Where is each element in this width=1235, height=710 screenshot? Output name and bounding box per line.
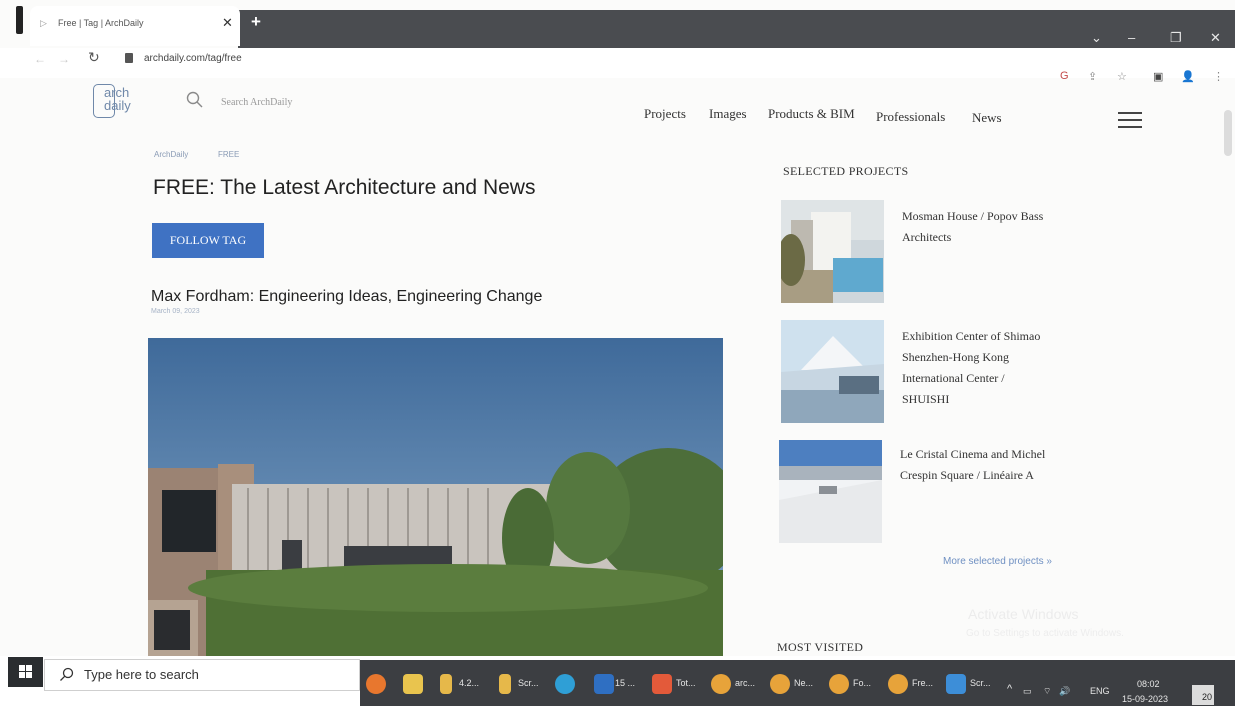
taskbar-app-label: 15 ... (615, 678, 636, 688)
google-icon[interactable]: G (1060, 70, 1069, 82)
chrome-icon[interactable] (770, 674, 790, 694)
page-title: FREE: The Latest Architecture and News (153, 176, 536, 199)
page-scrollbar[interactable] (1224, 110, 1232, 156)
edge-icon[interactable] (555, 674, 575, 694)
search-input[interactable] (221, 94, 371, 110)
profile-icon[interactable]: 👤 (1181, 70, 1195, 83)
logo-text: daily (104, 98, 131, 113)
article-date: March 09, 2023 (151, 308, 200, 315)
folder-icon[interactable] (499, 674, 511, 694)
project-title[interactable]: Exhibition Center of Shimao Shenzhen-Hon… (902, 326, 1082, 410)
tray-chevron-icon[interactable]: ^ (1007, 683, 1012, 695)
browser-tab[interactable]: ▷ Free | Tag | ArchDaily ✕ (30, 6, 240, 46)
taskbar-app-label: Ne... (794, 678, 814, 688)
breadcrumb-current: FREE (218, 150, 240, 159)
taskbar-app-label: Scr... (970, 678, 991, 688)
folder-icon[interactable] (440, 674, 452, 694)
minimize-icon[interactable]: – (1128, 30, 1135, 45)
firefox-icon[interactable] (366, 674, 386, 694)
search-icon[interactable] (186, 91, 203, 108)
browser-tabstrip: ▷ Free | Tag | ArchDaily ✕ + ⌄ – ❐ ✕ (0, 0, 1235, 50)
project-title[interactable]: Le Cristal Cinema and Michel Crespin Squ… (900, 444, 1080, 486)
tab-favicon-icon: ▷ (40, 18, 47, 28)
restore-icon[interactable]: ❐ (1170, 30, 1182, 46)
nav-projects[interactable]: Projects (644, 106, 686, 122)
activate-windows-hint: Go to Settings to activate Windows. (966, 628, 1124, 639)
taskbar-app-label: Fre... (912, 678, 934, 688)
selected-projects-heading: SELECTED PROJECTS (783, 164, 909, 178)
url-field[interactable]: archdaily.com/tag/free (144, 53, 242, 64)
chevron-down-icon[interactable]: ⌄ (1091, 30, 1102, 46)
taskbar-app-label: 4.2... (459, 678, 480, 688)
project-thumbnail[interactable] (779, 440, 882, 543)
new-tab-icon[interactable]: + (251, 12, 261, 32)
tray-language[interactable]: ENG (1090, 686, 1110, 696)
hamburger-menu-icon[interactable] (1118, 112, 1142, 128)
search-icon (60, 667, 74, 681)
sidepanel-icon[interactable]: ▣ (1153, 70, 1163, 83)
activate-windows-watermark: Activate Windows (968, 606, 1079, 622)
forward-icon[interactable]: → (58, 52, 70, 66)
project-title[interactable]: Mosman House / Popov Bass Architects (902, 206, 1082, 248)
most-visited-heading: MOST VISITED (777, 640, 864, 654)
article-title[interactable]: Max Fordham: Engineering Ideas, Engineer… (151, 288, 542, 306)
reload-icon[interactable]: ↻ (88, 49, 100, 66)
menu-dots-icon[interactable]: ⋮ (1213, 70, 1224, 83)
tab-close-icon[interactable]: ✕ (222, 15, 233, 31)
article-hero-image[interactable] (148, 338, 723, 668)
notepad-icon[interactable] (403, 674, 423, 694)
chrome-icon[interactable] (888, 674, 908, 694)
back-icon[interactable]: ← (34, 52, 46, 66)
screenshot-icon[interactable] (946, 674, 966, 694)
star-icon[interactable]: ☆ (1117, 70, 1127, 83)
tray-battery-icon[interactable]: ▭ (1023, 686, 1032, 697)
lock-icon[interactable] (125, 53, 133, 63)
taskbar-app-label: arc... (735, 678, 756, 688)
corner-mark (16, 6, 23, 34)
tray-date[interactable]: 15-09-2023 (1122, 694, 1168, 704)
taskbar-app-label: Tot... (676, 678, 696, 688)
building-photo (148, 338, 723, 668)
taskbar-app-label: Fo... (853, 678, 872, 688)
nav-professionals[interactable]: Professionals (876, 109, 945, 125)
nav-products-bim[interactable]: Products & BIM (768, 106, 855, 122)
nav-news[interactable]: News (972, 110, 1002, 126)
more-selected-projects-link[interactable]: More selected projects » (943, 556, 1052, 567)
tray-volume-icon[interactable]: 🔊 (1059, 686, 1070, 697)
close-window-icon[interactable]: ✕ (1210, 30, 1221, 46)
taskbar-app-label: Scr... (518, 678, 539, 688)
project-thumbnail[interactable] (781, 320, 884, 423)
share-icon[interactable]: ⇪ (1088, 70, 1097, 83)
follow-tag-button[interactable]: FOLLOW TAG (152, 223, 264, 258)
tray-time[interactable]: 08:02 (1137, 679, 1160, 689)
notification-center-icon[interactable]: 20 (1192, 685, 1214, 705)
nav-images[interactable]: Images (709, 106, 747, 122)
tab-title: Free | Tag | ArchDaily (58, 18, 144, 28)
chrome-icon[interactable] (829, 674, 849, 694)
chrome-icon[interactable] (711, 674, 731, 694)
word-icon[interactable] (594, 674, 614, 694)
windows-start-icon[interactable] (8, 657, 43, 687)
tabstrip-background (238, 10, 1235, 50)
breadcrumb-home[interactable]: ArchDaily (154, 150, 188, 159)
quiz-icon[interactable] (652, 674, 672, 694)
project-thumbnail[interactable] (781, 200, 884, 303)
taskbar-search-placeholder[interactable]: Type here to search (84, 667, 199, 682)
tray-network-icon[interactable]: ⌔ (1043, 686, 1051, 697)
